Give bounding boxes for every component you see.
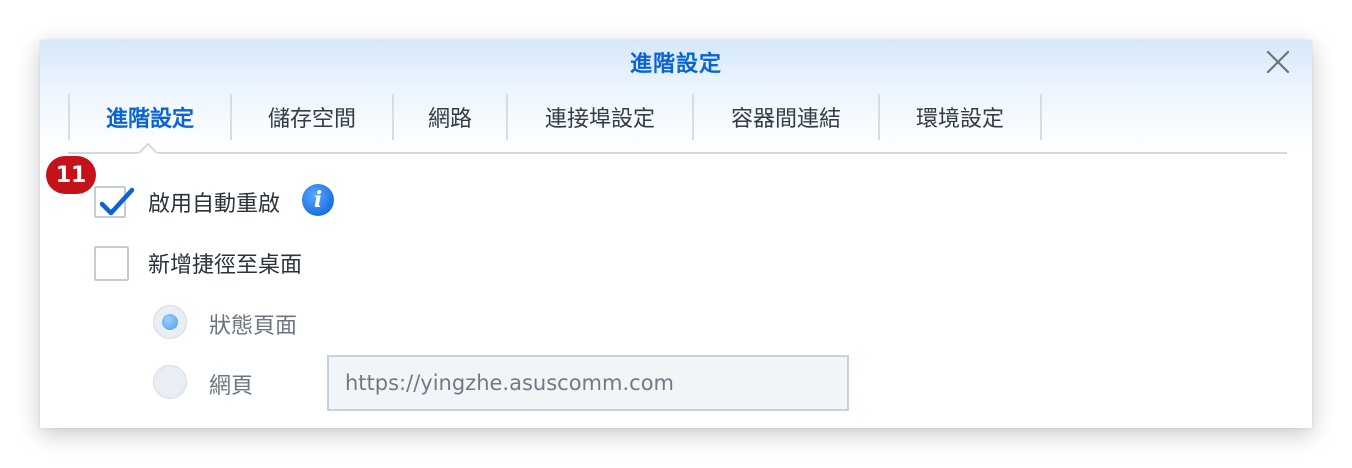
tab-label: 網路 xyxy=(427,107,472,132)
tab-bar: 進階設定 儲存空間 網路 連接埠設定 容器間連結 環境設定 xyxy=(68,94,1042,140)
radio-selected-dot xyxy=(162,314,178,330)
tab-label: 連接埠設定 xyxy=(544,107,655,132)
tab-label: 容器間連結 xyxy=(730,107,841,132)
tab-storage[interactable]: 儲存空間 xyxy=(232,94,394,140)
tab-network[interactable]: 網路 xyxy=(394,94,508,140)
web-page-label: 網頁 xyxy=(209,374,254,399)
tab-label: 進階設定 xyxy=(105,107,194,132)
active-tab-pointer-icon xyxy=(138,142,158,154)
web-page-radio[interactable] xyxy=(153,365,187,399)
close-icon[interactable] xyxy=(1262,46,1294,78)
info-icon-glyph: i xyxy=(313,187,323,213)
dialog-title: 進階設定 xyxy=(629,52,722,77)
status-page-radio[interactable] xyxy=(153,305,187,339)
step-badge: 11 xyxy=(46,156,96,194)
tab-label: 環境設定 xyxy=(915,107,1004,132)
tab-port-settings[interactable]: 連接埠設定 xyxy=(508,94,694,140)
tab-links[interactable]: 容器間連結 xyxy=(694,94,880,140)
tab-underline xyxy=(68,152,1287,154)
desktop-shortcut-checkbox[interactable] xyxy=(94,246,129,281)
advanced-settings-dialog: 進階設定 進階設定 儲存空間 網路 連接埠設定 容器間連結 環境設定 11 啟用… xyxy=(40,40,1312,428)
info-icon[interactable]: i xyxy=(302,184,334,216)
auto-restart-label: 啟用自動重啟 xyxy=(148,192,281,217)
status-page-label: 狀態頁面 xyxy=(209,314,298,339)
tab-advanced-settings[interactable]: 進階設定 xyxy=(70,94,232,140)
tab-label: 儲存空間 xyxy=(267,107,356,132)
auto-restart-checkbox[interactable] xyxy=(94,186,135,218)
checkmark-icon xyxy=(99,187,135,216)
tab-environment[interactable]: 環境設定 xyxy=(880,94,1042,140)
url-input[interactable] xyxy=(327,355,849,411)
desktop-shortcut-label: 新增捷徑至桌面 xyxy=(148,253,303,278)
